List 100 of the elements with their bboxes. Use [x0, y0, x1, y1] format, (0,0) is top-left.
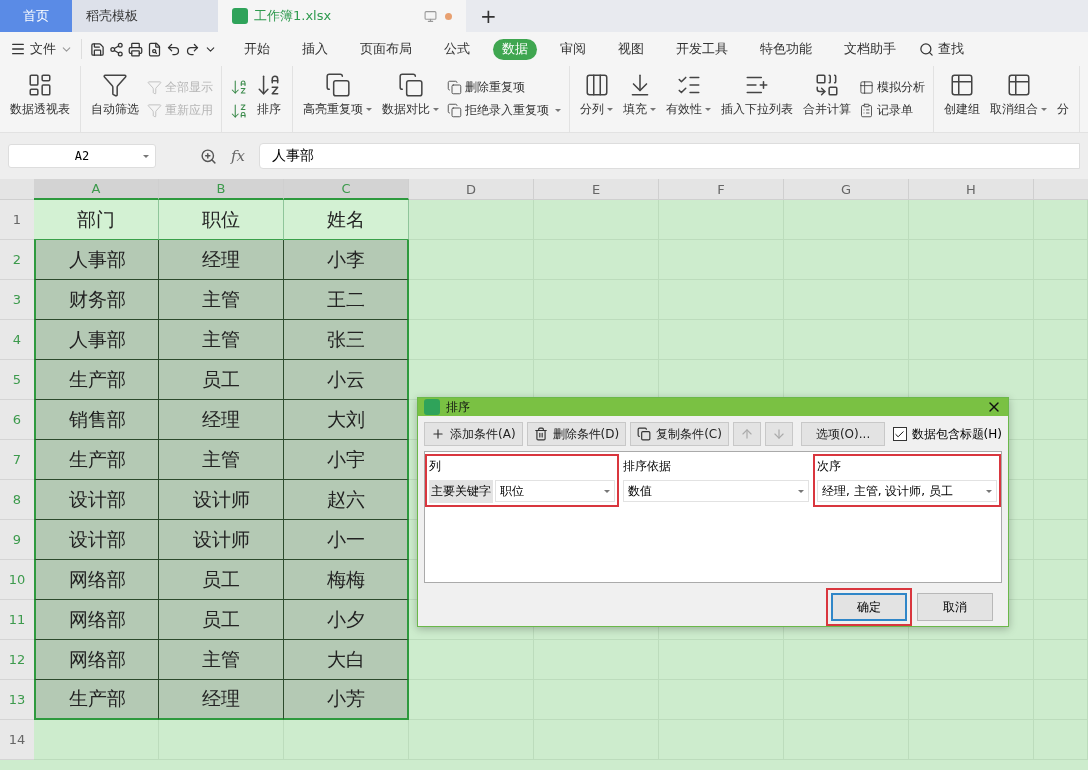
menu-tab[interactable]: 特色功能: [751, 38, 821, 60]
copy-icon: [637, 427, 652, 441]
sort-ascending-icon[interactable]: [230, 78, 248, 96]
spreadsheet-icon: [424, 399, 440, 415]
table-cell: 生产部: [34, 680, 159, 720]
ribbon-button[interactable]: 自动筛选: [89, 66, 141, 132]
column-header[interactable]: E: [534, 179, 659, 200]
table-cell: 生产部: [34, 440, 159, 480]
document-tab[interactable]: 稻壳模板: [72, 0, 218, 32]
table-cell: 设计师: [159, 520, 284, 560]
table-icon: [1005, 72, 1032, 98]
ribbon-button[interactable]: 排序: [254, 66, 284, 132]
table-cell: 员工: [159, 560, 284, 600]
table-cell: 小芳: [284, 680, 409, 720]
ribbon-button[interactable]: 高亮重复项: [301, 66, 374, 132]
table-cell: 部门: [34, 200, 159, 240]
ribbon-button[interactable]: 填充: [621, 66, 658, 132]
filter-icon: [102, 72, 128, 98]
ribbon-button[interactable]: 分列: [578, 66, 615, 132]
search-label[interactable]: 查找: [938, 40, 964, 58]
ribbon-button[interactable]: 数据对比: [380, 66, 441, 132]
zoom-icon[interactable]: [200, 147, 217, 165]
ribbon-button[interactable]: 分: [1055, 66, 1071, 132]
table-cell: 张三: [284, 320, 409, 360]
row-header[interactable]: 14: [0, 720, 34, 760]
search-icon[interactable]: [919, 41, 934, 57]
table-cell: 财务部: [34, 280, 159, 320]
toolbar-button[interactable]: 删除条件(D): [526, 422, 627, 446]
ribbon-button[interactable]: 创建组: [942, 66, 982, 132]
menu-tab[interactable]: 开始: [235, 38, 279, 60]
new-tab-button[interactable]: +: [466, 4, 511, 28]
ribbon-button[interactable]: 删除重复项: [447, 79, 561, 96]
duplicate-icon: [447, 80, 462, 95]
table-cell: 设计部: [34, 520, 159, 560]
table-cell: 主管: [159, 280, 284, 320]
table-cell: 赵六: [284, 480, 409, 520]
file-menu[interactable]: 文件: [30, 40, 56, 58]
table-cell: 销售部: [34, 400, 159, 440]
table-cell: 网络部: [34, 600, 159, 640]
column-heading: 排序依据: [623, 458, 672, 475]
sort-descending-icon[interactable]: [230, 102, 248, 120]
dropdown-field[interactable]: 数值: [623, 480, 809, 502]
toolbar-button[interactable]: 选项(O)...: [800, 422, 886, 446]
undo-icon[interactable]: [166, 41, 181, 57]
redo-icon[interactable]: [185, 41, 200, 57]
table-cell: 员工: [159, 360, 284, 400]
menu-tab[interactable]: 视图: [609, 38, 653, 60]
menu-icon[interactable]: [10, 41, 26, 57]
print-icon[interactable]: [128, 41, 143, 57]
menu-tab[interactable]: 公式: [435, 38, 479, 60]
formula-input[interactable]: 人事部: [259, 143, 1080, 169]
ribbon-button[interactable]: 插入下拉列表: [719, 66, 795, 132]
menu-tab[interactable]: 审阅: [551, 38, 595, 60]
trash-icon: [533, 427, 548, 441]
menu-tab[interactable]: 开发工具: [667, 38, 737, 60]
duplicate-icon: [324, 72, 351, 98]
column-header[interactable]: G: [784, 179, 909, 200]
table-cell: 主管: [159, 440, 284, 480]
column-heading: 列: [429, 458, 442, 475]
share-icon[interactable]: [109, 41, 124, 57]
monitor-icon[interactable]: [424, 9, 437, 23]
table-cell: 经理: [159, 400, 284, 440]
plus-icon: [431, 427, 445, 441]
ribbon-button[interactable]: 取消组合: [988, 66, 1049, 132]
column-header[interactable]: D: [409, 179, 534, 200]
ribbon-button[interactable]: 拒绝录入重复项: [447, 102, 561, 119]
table-cell: 员工: [159, 600, 284, 640]
menu-tab[interactable]: 文档助手: [835, 38, 905, 60]
dropdown-field[interactable]: 经理, 主管, 设计师, 员工: [817, 480, 997, 502]
dialog-button[interactable]: 确定: [831, 593, 907, 621]
check-icon: [894, 428, 906, 440]
columns-icon: [583, 72, 610, 98]
column-header[interactable]: H: [909, 179, 1034, 200]
ribbon-button[interactable]: 合并计算: [801, 66, 853, 132]
ribbon-button[interactable]: 记录单: [859, 102, 925, 119]
column-header[interactable]: F: [659, 179, 784, 200]
name-box[interactable]: A2: [8, 144, 156, 168]
menu-tab[interactable]: 插入: [293, 38, 337, 60]
pivot-table-icon: [27, 72, 53, 98]
duplicate-icon: [397, 72, 424, 98]
print-preview-icon[interactable]: [147, 41, 162, 57]
ribbon-button[interactable]: 有效性: [664, 66, 713, 132]
toolbar-button[interactable]: 复制条件(C): [630, 422, 729, 446]
table-icon: [859, 80, 874, 95]
ribbon-button[interactable]: 模拟分析: [859, 79, 925, 96]
function-label[interactable]: fx: [231, 147, 245, 165]
menu-tab[interactable]: 页面布局: [351, 38, 421, 60]
table-cell: 梅梅: [284, 560, 409, 600]
spreadsheet-icon: [232, 8, 248, 24]
row-header[interactable]: 1: [0, 200, 34, 240]
save-icon[interactable]: [90, 41, 105, 57]
table-cell: 王二: [284, 280, 409, 320]
table-cell: 生产部: [34, 360, 159, 400]
dialog-button[interactable]: 取消: [917, 593, 993, 621]
header-checkbox[interactable]: 数据包含标题(H): [892, 425, 1002, 443]
table-icon: [949, 72, 975, 98]
table-cell: 大白: [284, 640, 409, 680]
ribbon-button[interactable]: 数据透视表: [8, 66, 72, 132]
toolbar-button[interactable]: 添加条件(A): [424, 422, 523, 446]
dropdown-field[interactable]: 职位: [495, 480, 615, 502]
